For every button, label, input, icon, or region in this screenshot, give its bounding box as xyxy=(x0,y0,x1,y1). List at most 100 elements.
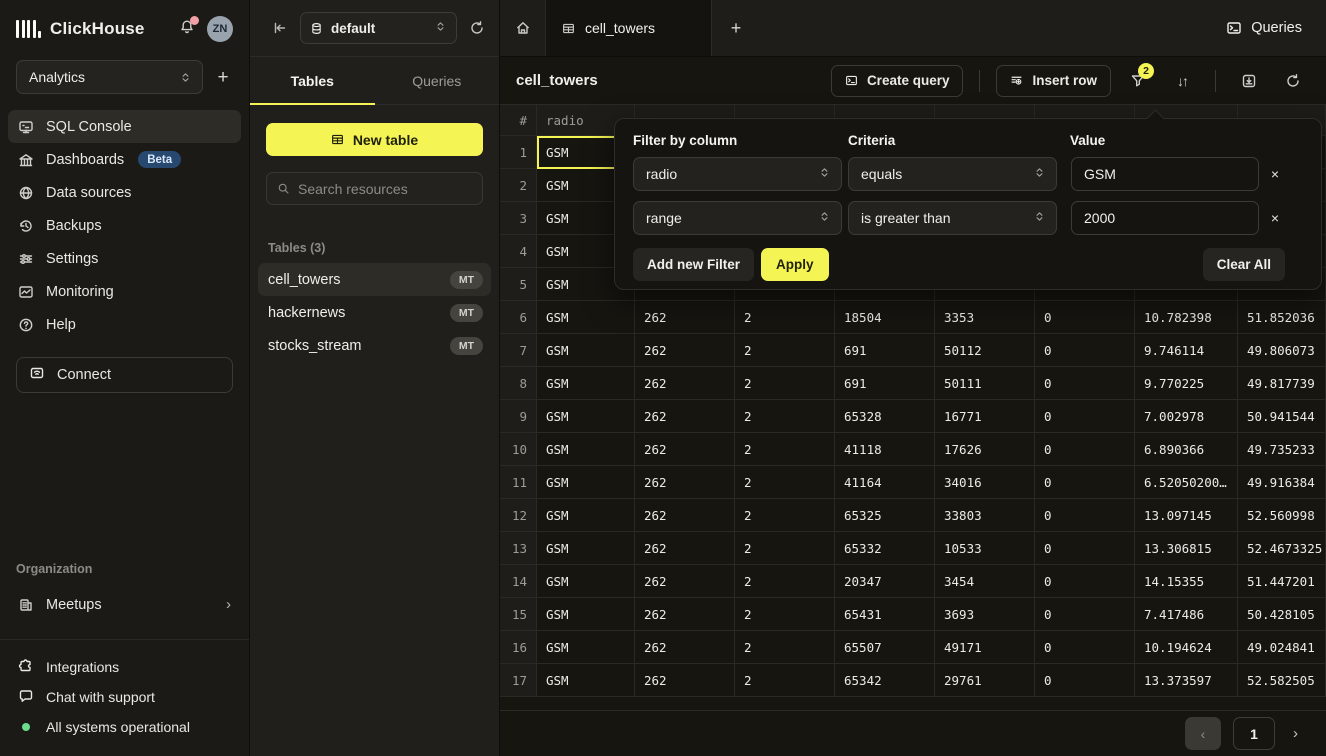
grid-cell[interactable]: 52.4673325 xyxy=(1238,532,1326,565)
grid-cell[interactable]: 2 xyxy=(735,532,835,565)
collapse-panel-icon[interactable] xyxy=(272,20,288,36)
notifications-bell-icon[interactable] xyxy=(179,19,195,40)
queries-shortcut[interactable]: Queries xyxy=(1226,20,1302,36)
grid-cell[interactable]: 20347 xyxy=(835,565,935,598)
grid-cell[interactable]: 0 xyxy=(1035,400,1135,433)
create-query-button[interactable]: Create query xyxy=(831,65,964,97)
grid-cell[interactable]: 65431 xyxy=(835,598,935,631)
grid-cell[interactable]: 262 xyxy=(635,334,735,367)
grid-cell[interactable]: 13.373597 xyxy=(1135,664,1238,697)
filter-funnel-icon[interactable]: 2 xyxy=(1121,65,1155,97)
tab-cell-towers[interactable]: cell_towers xyxy=(546,0,712,56)
grid-cell[interactable]: 262 xyxy=(635,400,735,433)
tab-tables[interactable]: Tables xyxy=(250,57,375,104)
grid-cell[interactable]: 3454 xyxy=(935,565,1035,598)
grid-cell[interactable]: GSM xyxy=(537,334,635,367)
grid-cell[interactable]: 50112 xyxy=(935,334,1035,367)
new-tab-button[interactable]: + xyxy=(712,0,760,56)
grid-cell[interactable]: 18504 xyxy=(835,301,935,334)
filter-value-input[interactable] xyxy=(1071,201,1259,235)
grid-cell[interactable]: 2 xyxy=(735,301,835,334)
grid-cell[interactable]: 51.447201 xyxy=(1238,565,1326,598)
refresh-tables-icon[interactable] xyxy=(469,20,485,36)
grid-cell[interactable]: 13.306815 xyxy=(1135,532,1238,565)
grid-cell[interactable]: 65328 xyxy=(835,400,935,433)
grid-cell[interactable]: 262 xyxy=(635,433,735,466)
grid-cell[interactable]: GSM xyxy=(537,532,635,565)
sidebar-item-data-sources[interactable]: Data sources xyxy=(8,176,241,209)
grid-cell[interactable]: 0 xyxy=(1035,631,1135,664)
grid-cell[interactable]: 49.024841 xyxy=(1238,631,1326,664)
grid-cell[interactable]: 65342 xyxy=(835,664,935,697)
refresh-icon[interactable] xyxy=(1276,65,1310,97)
grid-cell[interactable]: 65507 xyxy=(835,631,935,664)
grid-cell[interactable]: 41164 xyxy=(835,466,935,499)
grid-cell[interactable]: 262 xyxy=(635,631,735,664)
grid-cell[interactable]: 0 xyxy=(1035,664,1135,697)
grid-cell[interactable]: 0 xyxy=(1035,334,1135,367)
grid-cell[interactable]: 7.417486 xyxy=(1135,598,1238,631)
grid-cell[interactable]: 0 xyxy=(1035,301,1135,334)
grid-cell[interactable]: 0 xyxy=(1035,565,1135,598)
filter-criteria-select[interactable]: is greater than xyxy=(848,201,1057,235)
grid-cell[interactable]: GSM xyxy=(537,664,635,697)
remove-filter-button[interactable]: × xyxy=(1271,211,1279,225)
search-resources-input[interactable] xyxy=(298,181,472,197)
grid-cell[interactable]: 16771 xyxy=(935,400,1035,433)
grid-cell[interactable]: 10.194624 xyxy=(1135,631,1238,664)
sidebar-item-dashboards[interactable]: Dashboards Beta xyxy=(8,143,241,176)
grid-cell[interactable]: 0 xyxy=(1035,367,1135,400)
grid-cell[interactable]: 33803 xyxy=(935,499,1035,532)
grid-cell[interactable]: 2 xyxy=(735,400,835,433)
integrations-link[interactable]: Integrations xyxy=(8,652,241,682)
grid-cell[interactable]: 0 xyxy=(1035,466,1135,499)
grid-cell[interactable]: 7.002978 xyxy=(1135,400,1238,433)
next-page-button[interactable]: › xyxy=(1287,721,1304,746)
grid-cell[interactable]: 2 xyxy=(735,433,835,466)
grid-cell[interactable]: 50.428105 xyxy=(1238,598,1326,631)
grid-cell[interactable]: 3693 xyxy=(935,598,1035,631)
system-status[interactable]: All systems operational xyxy=(8,712,241,742)
prev-page-button[interactable]: ‹ xyxy=(1185,717,1221,750)
database-select[interactable]: default xyxy=(300,12,457,44)
insert-row-button[interactable]: Insert row xyxy=(996,65,1111,97)
sidebar-item-sql-console[interactable]: SQL Console xyxy=(8,110,241,143)
grid-cell[interactable]: 2 xyxy=(735,466,835,499)
grid-cell[interactable]: 262 xyxy=(635,664,735,697)
download-icon[interactable] xyxy=(1232,65,1266,97)
new-table-button[interactable]: New table xyxy=(266,123,483,156)
grid-cell[interactable]: GSM xyxy=(537,400,635,433)
grid-cell[interactable]: 262 xyxy=(635,367,735,400)
grid-cell[interactable]: 2 xyxy=(735,598,835,631)
grid-cell[interactable]: 50111 xyxy=(935,367,1035,400)
table-list-item[interactable]: cell_towersMT xyxy=(258,263,491,296)
grid-cell[interactable]: GSM xyxy=(537,301,635,334)
grid-cell[interactable]: 691 xyxy=(835,367,935,400)
tab-queries[interactable]: Queries xyxy=(375,57,500,104)
grid-cell[interactable]: 262 xyxy=(635,598,735,631)
grid-cell[interactable]: GSM xyxy=(537,598,635,631)
grid-cell[interactable]: 49171 xyxy=(935,631,1035,664)
grid-cell[interactable]: 2 xyxy=(735,499,835,532)
table-list-item[interactable]: stocks_streamMT xyxy=(258,329,491,362)
sort-icon[interactable]: ↓↑ xyxy=(1165,65,1199,97)
grid-cell[interactable]: 49.916384 xyxy=(1238,466,1326,499)
table-list-item[interactable]: hackernewsMT xyxy=(258,296,491,329)
sidebar-item-settings[interactable]: Settings xyxy=(8,242,241,275)
grid-cell[interactable]: 65325 xyxy=(835,499,935,532)
grid-cell[interactable]: 2 xyxy=(735,367,835,400)
grid-cell[interactable]: GSM xyxy=(537,433,635,466)
grid-cell[interactable]: 49.735233 xyxy=(1238,433,1326,466)
add-workspace-button[interactable]: + xyxy=(213,68,233,87)
grid-cell[interactable]: 65332 xyxy=(835,532,935,565)
grid-cell[interactable]: 9.770225 xyxy=(1135,367,1238,400)
grid-cell[interactable]: 17626 xyxy=(935,433,1035,466)
clear-all-button[interactable]: Clear All xyxy=(1203,248,1285,281)
grid-cell[interactable]: 691 xyxy=(835,334,935,367)
grid-cell[interactable]: 0 xyxy=(1035,532,1135,565)
filter-value-input[interactable] xyxy=(1071,157,1259,191)
grid-cell[interactable]: 14.15355 xyxy=(1135,565,1238,598)
grid-cell[interactable]: 10.782398 xyxy=(1135,301,1238,334)
grid-cell[interactable]: 6.52050200… xyxy=(1135,466,1238,499)
grid-cell[interactable]: 262 xyxy=(635,466,735,499)
